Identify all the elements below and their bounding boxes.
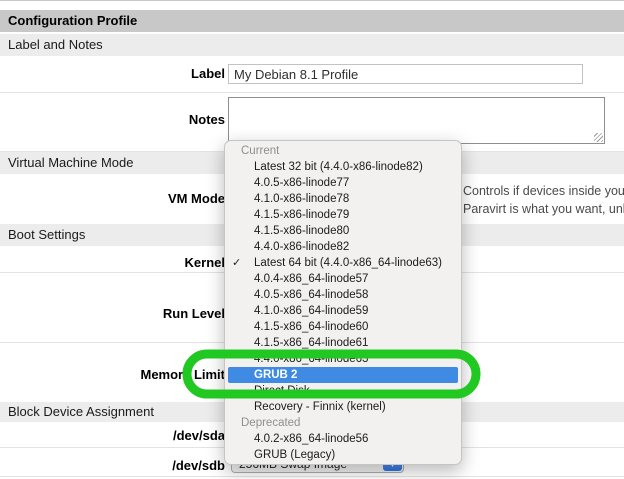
vm-mode-help-line2: Paravirt is what you want, unle (463, 200, 624, 218)
kernel-option[interactable]: 4.0.5-x86-linode77 (225, 175, 461, 191)
run-level-label: Run Level (0, 306, 225, 321)
vm-mode-label: VM Mode (0, 191, 225, 206)
kernel-group-current: Current (225, 143, 461, 159)
top-gap (0, 1, 624, 10)
configuration-profile-page: { "header": { "title": "Configuration Pr… (0, 0, 624, 479)
kernel-option[interactable]: 4.0.4-x86_64-linode57 (225, 271, 461, 287)
kernel-option[interactable]: 4.0.2-x86_64-linode56 (225, 431, 461, 447)
kernel-option[interactable]: 4.1.0-x86_64-linode59 (225, 303, 461, 319)
kernel-option[interactable]: 4.0.5-x86_64-linode58 (225, 287, 461, 303)
notes-textarea[interactable] (228, 97, 605, 144)
kernel-option[interactable]: 4.4.0-x86-linode82 (225, 239, 461, 255)
dev-sda-label: /dev/sda (0, 428, 225, 443)
kernel-dropdown-menu: Current Latest 32 bit (4.4.0-x86-linode8… (224, 140, 462, 465)
kernel-option-checked-label: Latest 64 bit (4.4.0-x86_64-linode63) (254, 257, 442, 269)
section-header-label-and-notes: Label and Notes (0, 34, 624, 56)
kernel-option[interactable]: Latest 32 bit (4.4.0-x86-linode82) (225, 159, 461, 175)
kernel-option-grub2-highlighted[interactable]: GRUB 2 (228, 367, 458, 383)
kernel-option[interactable]: 4.1.5-x86_64-linode61 (225, 335, 461, 351)
kernel-option[interactable]: Direct Disk (225, 383, 461, 399)
resize-handle-icon[interactable] (594, 133, 603, 142)
kernel-label: Kernel (0, 255, 225, 270)
kernel-option[interactable]: GRUB (Legacy) (225, 447, 461, 463)
checkmark-icon: ✓ (232, 255, 250, 271)
label-input[interactable] (228, 64, 583, 84)
label-field-label: Label (0, 66, 225, 81)
kernel-option[interactable]: 4.1.0-x86-linode78 (225, 191, 461, 207)
label-row: Label (0, 56, 624, 93)
kernel-option[interactable]: Recovery - Finnix (kernel) (225, 399, 461, 415)
page-title: Configuration Profile (0, 10, 624, 32)
vm-mode-help-line1: Controls if devices inside your (463, 182, 624, 200)
notes-field-label: Notes (0, 112, 225, 127)
kernel-option[interactable]: 4.1.5-x86_64-linode60 (225, 319, 461, 335)
kernel-option[interactable]: 4.1.5-x86-linode79 (225, 207, 461, 223)
kernel-group-deprecated: Deprecated (225, 415, 461, 431)
kernel-option-checked[interactable]: ✓ Latest 64 bit (4.4.0-x86_64-linode63) (225, 255, 461, 271)
vm-mode-help-text: Controls if devices inside your Paravirt… (463, 182, 624, 218)
kernel-option[interactable]: 4.4.0-x86_64-linode63 (225, 351, 461, 367)
kernel-option[interactable]: 4.1.5-x86-linode80 (225, 223, 461, 239)
dev-sdb-label: /dev/sdb (0, 458, 225, 473)
memory-limit-label: Memory Limit (0, 367, 225, 382)
